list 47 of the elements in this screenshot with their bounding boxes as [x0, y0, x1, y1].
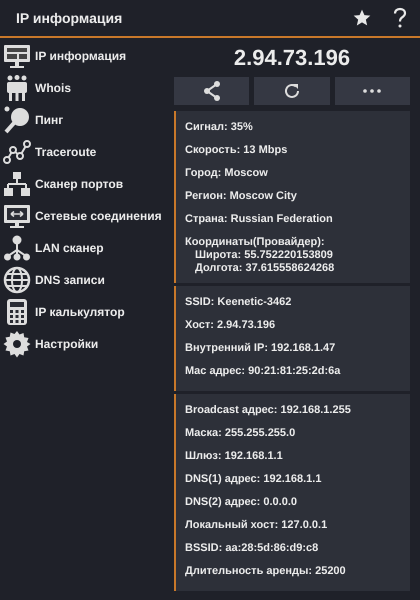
sidebar-item[interactable]: IP информация — [0, 40, 168, 72]
paddle-icon — [3, 106, 31, 134]
sidebar-item[interactable]: Whois — [0, 72, 168, 104]
sidebar-item[interactable]: Настройки — [0, 328, 168, 360]
monitor-arrows-icon — [3, 202, 31, 230]
sidebar-item[interactable]: Пинг — [0, 104, 168, 136]
info-line: Сигнал: 35% — [185, 120, 254, 135]
info-line: Длительность аренды: 25200 — [185, 564, 347, 579]
info-line: Широта: 55.752220153809 — [194, 249, 334, 262]
route-icon — [3, 138, 31, 166]
share-icon — [202, 80, 222, 102]
network-nodes-icon — [3, 234, 31, 262]
info-line: DNS(2) адрес: 0.0.0.0 — [185, 495, 298, 510]
info-line: SSID: Keenetic-3462 — [185, 295, 292, 310]
gear-icon — [3, 330, 31, 358]
help-icon[interactable] — [392, 7, 408, 29]
info-line: Шлюз: 192.168.1.1 — [185, 449, 284, 464]
globe-icon — [3, 266, 31, 294]
info-line: Mac адрес: 90:21:81:25:2d:6a — [185, 364, 342, 379]
monitor-icon — [3, 42, 31, 70]
ip-address: 2.94.73.196 — [232, 44, 352, 72]
sidebar-item[interactable]: Сканер портов — [0, 168, 168, 200]
info-line: Долгота: 37.615558624268 — [194, 262, 336, 275]
refresh-icon — [282, 82, 301, 100]
info-line: Город: Moscow — [185, 166, 269, 181]
info-line: Локальный хост: 127.0.0.1 — [185, 518, 328, 533]
info-line: Координаты(Провайдер): — [185, 235, 326, 249]
more-icon — [363, 89, 382, 93]
sidebar-item[interactable]: DNS записи — [0, 264, 168, 296]
refresh-button[interactable] — [254, 77, 330, 105]
star-icon[interactable] — [352, 8, 372, 28]
share-button[interactable] — [174, 77, 250, 105]
sidebar-item[interactable]: LAN сканер — [0, 232, 168, 264]
info-line: Скорость: 13 Mbps — [185, 143, 288, 158]
info-line: Хост: 2.94.73.196 — [185, 318, 276, 333]
sidebar-item[interactable]: IP калькулятор — [0, 296, 168, 328]
info-line: Страна: Russian Federation — [185, 212, 334, 227]
info-line: Broadcast адрес: 192.168.1.255 — [185, 403, 352, 418]
sidebar-item[interactable]: Сетевые соединения — [0, 200, 168, 232]
sidebar-item[interactable]: Traceroute — [0, 136, 168, 168]
info-line: DNS(1) адрес: 192.168.1.1 — [185, 472, 322, 487]
info-line: Регион: Moscow City — [185, 189, 298, 204]
app-title: IP информация — [16, 10, 122, 26]
info-line: Маска: 255.255.255.0 — [185, 426, 296, 441]
info-line: Внутренний IP: 192.168.1.47 — [185, 341, 336, 356]
hierarchy-icon — [3, 170, 31, 198]
info-line: BSSID: aa:28:5d:86:d9:c8 — [185, 541, 320, 556]
